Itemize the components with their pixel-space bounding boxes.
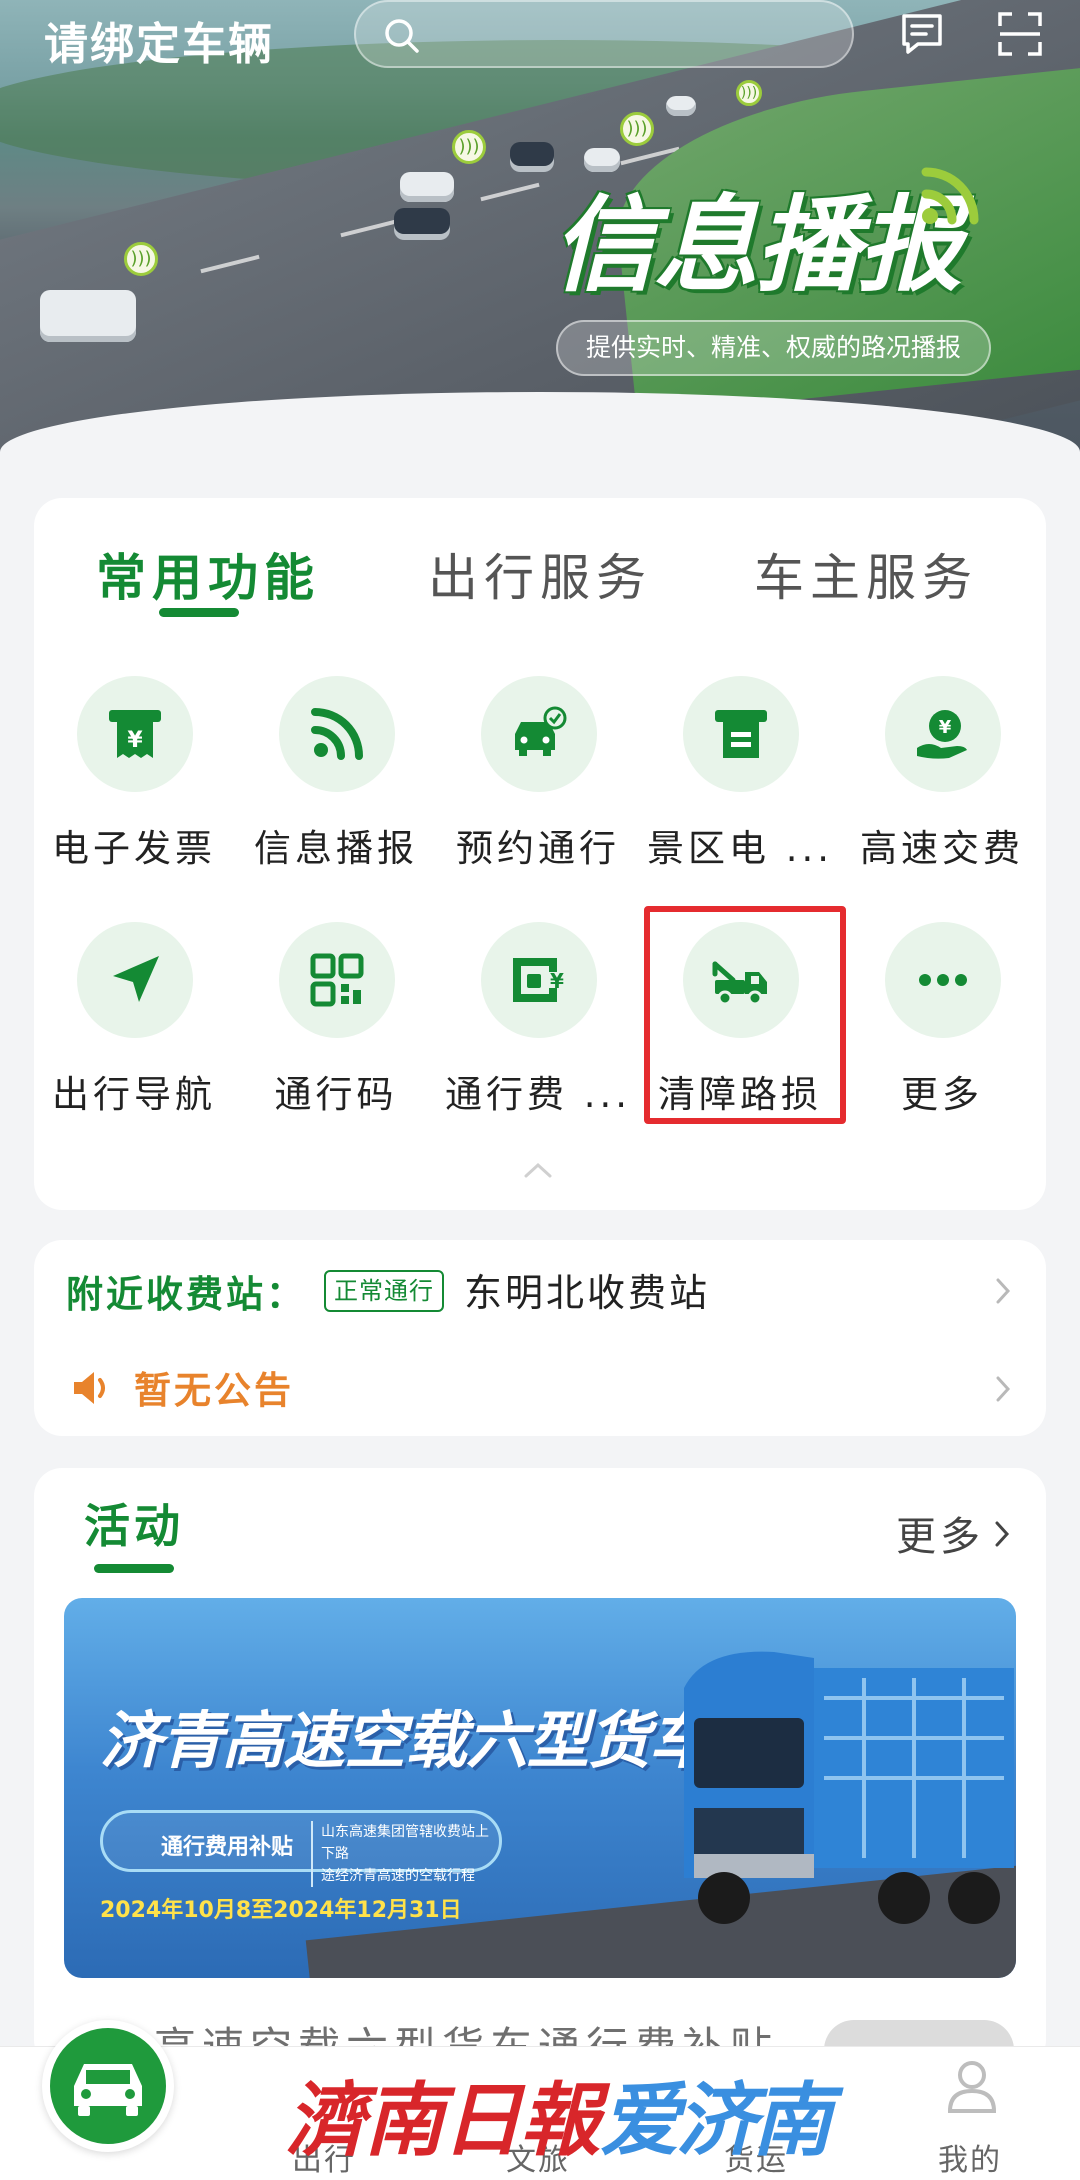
activity-title-underline bbox=[94, 1564, 174, 1573]
status-badge: 正常通行 bbox=[324, 1270, 444, 1312]
function-item-payment[interactable]: ¥ 高速交费 bbox=[842, 676, 1042, 876]
nav-item-travel-fab[interactable] bbox=[42, 2020, 174, 2152]
collapse-chevron-icon[interactable] bbox=[522, 1160, 554, 1180]
banner-subtitle: 提供实时、精准、权威的路况播报 bbox=[556, 320, 992, 376]
invoice-icon: ¥ bbox=[77, 676, 193, 792]
chevron-right-icon[interactable] bbox=[994, 1520, 1010, 1548]
more-icon bbox=[885, 922, 1001, 1038]
chevron-right-icon bbox=[996, 1278, 1011, 1304]
navigation-icon bbox=[77, 922, 193, 1038]
watermark-jinan-daily: 濟南日報 bbox=[286, 2073, 600, 2167]
broadcast-icon bbox=[279, 676, 395, 792]
promo-pill-sub: 山东高速集团管辖收费站上下路 途经济青高速的空载行程 bbox=[311, 1821, 499, 1887]
car-image bbox=[510, 142, 554, 172]
activity-title: 活动 bbox=[84, 1499, 184, 1553]
nearby-toll-station[interactable]: 附近收费站： 正常通行 东明北收费站 bbox=[34, 1240, 1046, 1340]
notice-text: 暂无公告 bbox=[134, 1369, 294, 1412]
tab-owner-services[interactable]: 车主服务 bbox=[754, 538, 978, 610]
car-image bbox=[394, 208, 450, 240]
function-label: 通行码 bbox=[274, 1073, 398, 1116]
qr-code-icon bbox=[279, 922, 395, 1038]
station-name: 东明北收费站 bbox=[464, 1271, 711, 1315]
search-icon bbox=[385, 19, 419, 53]
function-label: 通行费 ... bbox=[444, 1073, 632, 1116]
function-label: 更多 bbox=[901, 1073, 983, 1116]
top-bar: 请绑定车辆 bbox=[0, 0, 1080, 80]
promo-title: 济青高速空载六型货车 bbox=[100, 1704, 711, 1777]
bind-vehicle-link[interactable]: 请绑定车辆 bbox=[44, 8, 274, 72]
svg-text:¥: ¥ bbox=[550, 969, 564, 993]
function-label: 信息播报 bbox=[254, 827, 418, 870]
function-item-invoice[interactable]: ¥ 电子发票 bbox=[34, 676, 234, 876]
function-label: 出行导航 bbox=[52, 1073, 216, 1116]
activity-more-link[interactable]: 更多 bbox=[896, 1504, 984, 1562]
function-label: 电子发票 bbox=[52, 827, 216, 870]
svg-text:¥: ¥ bbox=[939, 717, 952, 738]
notice-bar[interactable]: 暂无公告 bbox=[34, 1340, 1046, 1436]
function-item-reserve[interactable]: 预约通行 bbox=[438, 676, 638, 876]
function-item-toll-fee[interactable]: ¥ 通行费 ... bbox=[438, 922, 638, 1122]
highlight-box bbox=[644, 906, 846, 1124]
payment-icon: ¥ bbox=[885, 676, 1001, 792]
promo-pill-sub-line: 途经济青高速的空载行程 bbox=[321, 1868, 475, 1884]
banner-title: 信息播报 bbox=[552, 184, 962, 306]
function-tabs: 常用功能 出行服务 车主服务 bbox=[34, 538, 1046, 628]
active-tab-indicator bbox=[159, 608, 239, 617]
scan-icon[interactable] bbox=[996, 10, 1044, 58]
truck-image bbox=[684, 1651, 1014, 1924]
function-label: 景区电 ... bbox=[646, 827, 834, 870]
signal-icon: ))) bbox=[452, 130, 486, 164]
promo-pill: 通行费用补贴 山东高速集团管辖收费站上下路 途经济青高速的空载行程 bbox=[100, 1810, 502, 1887]
watermark-ai-jinan: 爱济南 bbox=[600, 2074, 832, 2167]
promo-date: 2024年10月8至2024年12月31日 bbox=[100, 1898, 462, 1923]
activity-section: 活动 更多 济青高速空载六型货车 通行费用补贴 山东高速集团管辖收费站上下路 途… bbox=[34, 1468, 1046, 2068]
tab-travel-services[interactable]: 出行服务 bbox=[428, 538, 652, 610]
car-image bbox=[400, 172, 454, 202]
function-label: 高速交费 bbox=[860, 827, 1024, 870]
toll-fee-icon: ¥ bbox=[481, 922, 597, 1038]
chevron-right-icon bbox=[996, 1376, 1011, 1402]
nav-item-mine[interactable]: 我的 bbox=[910, 2135, 1030, 2179]
car-reserve-icon bbox=[481, 676, 597, 792]
car-image bbox=[40, 290, 136, 342]
user-icon[interactable] bbox=[944, 2057, 1000, 2117]
signal-icon: ))) bbox=[736, 80, 762, 106]
signal-icon: ))) bbox=[620, 112, 654, 146]
speaker-icon bbox=[74, 1372, 105, 1404]
signal-icon: ))) bbox=[124, 242, 158, 276]
promo-pill-main: 通行费用补贴 bbox=[161, 1835, 294, 1860]
function-label: 预约通行 bbox=[456, 827, 620, 870]
car-icon bbox=[74, 2064, 142, 2116]
nearby-label: 附近收费站： bbox=[66, 1273, 306, 1316]
function-item-scenic[interactable]: 景区电 ... bbox=[640, 676, 840, 876]
tab-common-functions[interactable]: 常用功能 bbox=[96, 538, 320, 610]
activity-promo-banner[interactable]: 济青高速空载六型货车 通行费用补贴 山东高速集团管辖收费站上下路 途经济青高速的… bbox=[64, 1598, 1016, 1978]
search-bar[interactable] bbox=[354, 0, 854, 68]
message-icon[interactable] bbox=[898, 10, 946, 58]
function-item-navigation[interactable]: 出行导航 bbox=[34, 922, 234, 1122]
scenic-icon bbox=[683, 676, 799, 792]
function-item-broadcast[interactable]: 信息播报 bbox=[236, 676, 436, 876]
promo-pill-sub-line: 山东高速集团管辖收费站上下路 bbox=[321, 1824, 489, 1862]
wifi-icon bbox=[921, 167, 979, 225]
svg-text:¥: ¥ bbox=[127, 728, 143, 753]
function-item-more[interactable]: 更多 bbox=[842, 922, 1042, 1122]
function-item-qr-code[interactable]: 通行码 bbox=[236, 922, 436, 1122]
car-image bbox=[666, 96, 696, 116]
